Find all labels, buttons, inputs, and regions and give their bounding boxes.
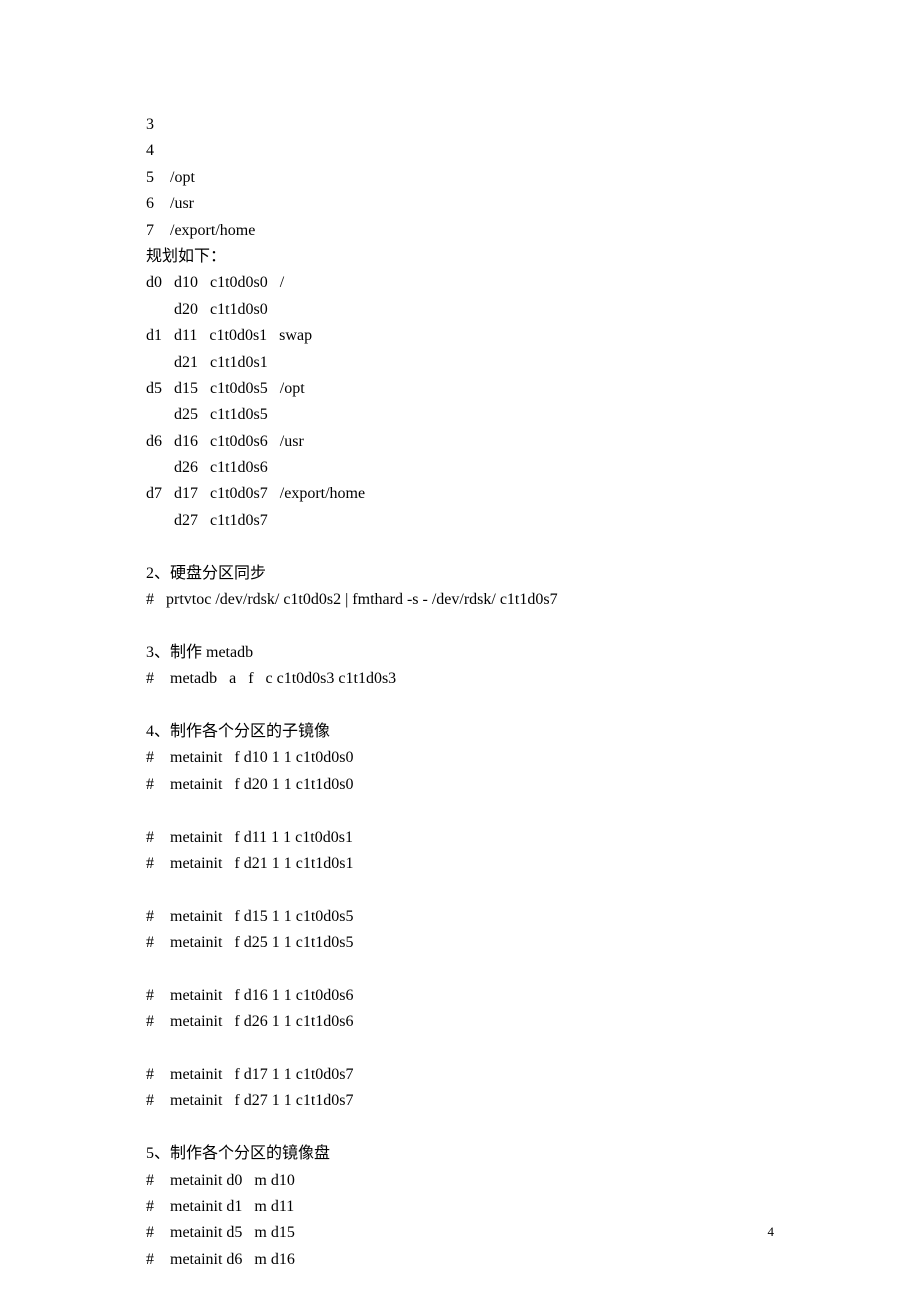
text-line: # prtvtoc /dev/rdsk/ c1t0d0s2 | fmthard … xyxy=(146,587,774,613)
text-line xyxy=(146,534,774,560)
text-line: # metadb a f c c1t0d0s3 c1t1d0s3 xyxy=(146,666,774,692)
text-line: d27 c1t1d0s7 xyxy=(146,508,774,534)
text-line: # metainit d0 m d10 xyxy=(146,1168,774,1194)
text-line xyxy=(146,957,774,983)
text-line: 4、制作各个分区的子镜像 xyxy=(146,719,774,745)
text-line xyxy=(146,877,774,903)
document-body: 345 /opt6 /usr7 /export/home规划如下：d0 d10 … xyxy=(0,0,920,1273)
text-line: d25 c1t1d0s5 xyxy=(146,402,774,428)
text-line: 7 /export/home xyxy=(146,218,774,244)
text-line: 2、硬盘分区同步 xyxy=(146,561,774,587)
text-line: 规划如下： xyxy=(146,244,774,270)
text-line: # metainit d5 m d15 xyxy=(146,1220,774,1246)
text-line: 4 xyxy=(146,138,774,164)
text-line: # metainit f d25 1 1 c1t1d0s5 xyxy=(146,930,774,956)
text-line: d26 c1t1d0s6 xyxy=(146,455,774,481)
text-line: 3 xyxy=(146,112,774,138)
text-line: d20 c1t1d0s0 xyxy=(146,297,774,323)
text-line: d7 d17 c1t0d0s7 /export/home xyxy=(146,481,774,507)
text-line: # metainit f d11 1 1 c1t0d0s1 xyxy=(146,825,774,851)
text-line: 5、制作各个分区的镜像盘 xyxy=(146,1141,774,1167)
text-line xyxy=(146,798,774,824)
text-line: # metainit d6 m d16 xyxy=(146,1247,774,1273)
text-line: # metainit f d27 1 1 c1t1d0s7 xyxy=(146,1088,774,1114)
text-line: # metainit f d17 1 1 c1t0d0s7 xyxy=(146,1062,774,1088)
text-line: # metainit f d21 1 1 c1t1d0s1 xyxy=(146,851,774,877)
text-line xyxy=(146,693,774,719)
text-line xyxy=(146,1115,774,1141)
text-line: d21 c1t1d0s1 xyxy=(146,350,774,376)
text-line: 6 /usr xyxy=(146,191,774,217)
text-line: # metainit f d20 1 1 c1t1d0s0 xyxy=(146,772,774,798)
text-line: d0 d10 c1t0d0s0 / xyxy=(146,270,774,296)
text-line: 5 /opt xyxy=(146,165,774,191)
text-line: # metainit f d16 1 1 c1t0d0s6 xyxy=(146,983,774,1009)
text-line: 3、制作 metadb xyxy=(146,640,774,666)
text-line: # metainit f d10 1 1 c1t0d0s0 xyxy=(146,745,774,771)
text-line: # metainit d1 m d11 xyxy=(146,1194,774,1220)
text-line xyxy=(146,1036,774,1062)
text-line: d6 d16 c1t0d0s6 /usr xyxy=(146,429,774,455)
text-line: # metainit f d15 1 1 c1t0d0s5 xyxy=(146,904,774,930)
text-line xyxy=(146,613,774,639)
text-line: d5 d15 c1t0d0s5 /opt xyxy=(146,376,774,402)
text-line: # metainit f d26 1 1 c1t1d0s6 xyxy=(146,1009,774,1035)
text-line: d1 d11 c1t0d0s1 swap xyxy=(146,323,774,349)
page-number: 4 xyxy=(768,1224,775,1240)
